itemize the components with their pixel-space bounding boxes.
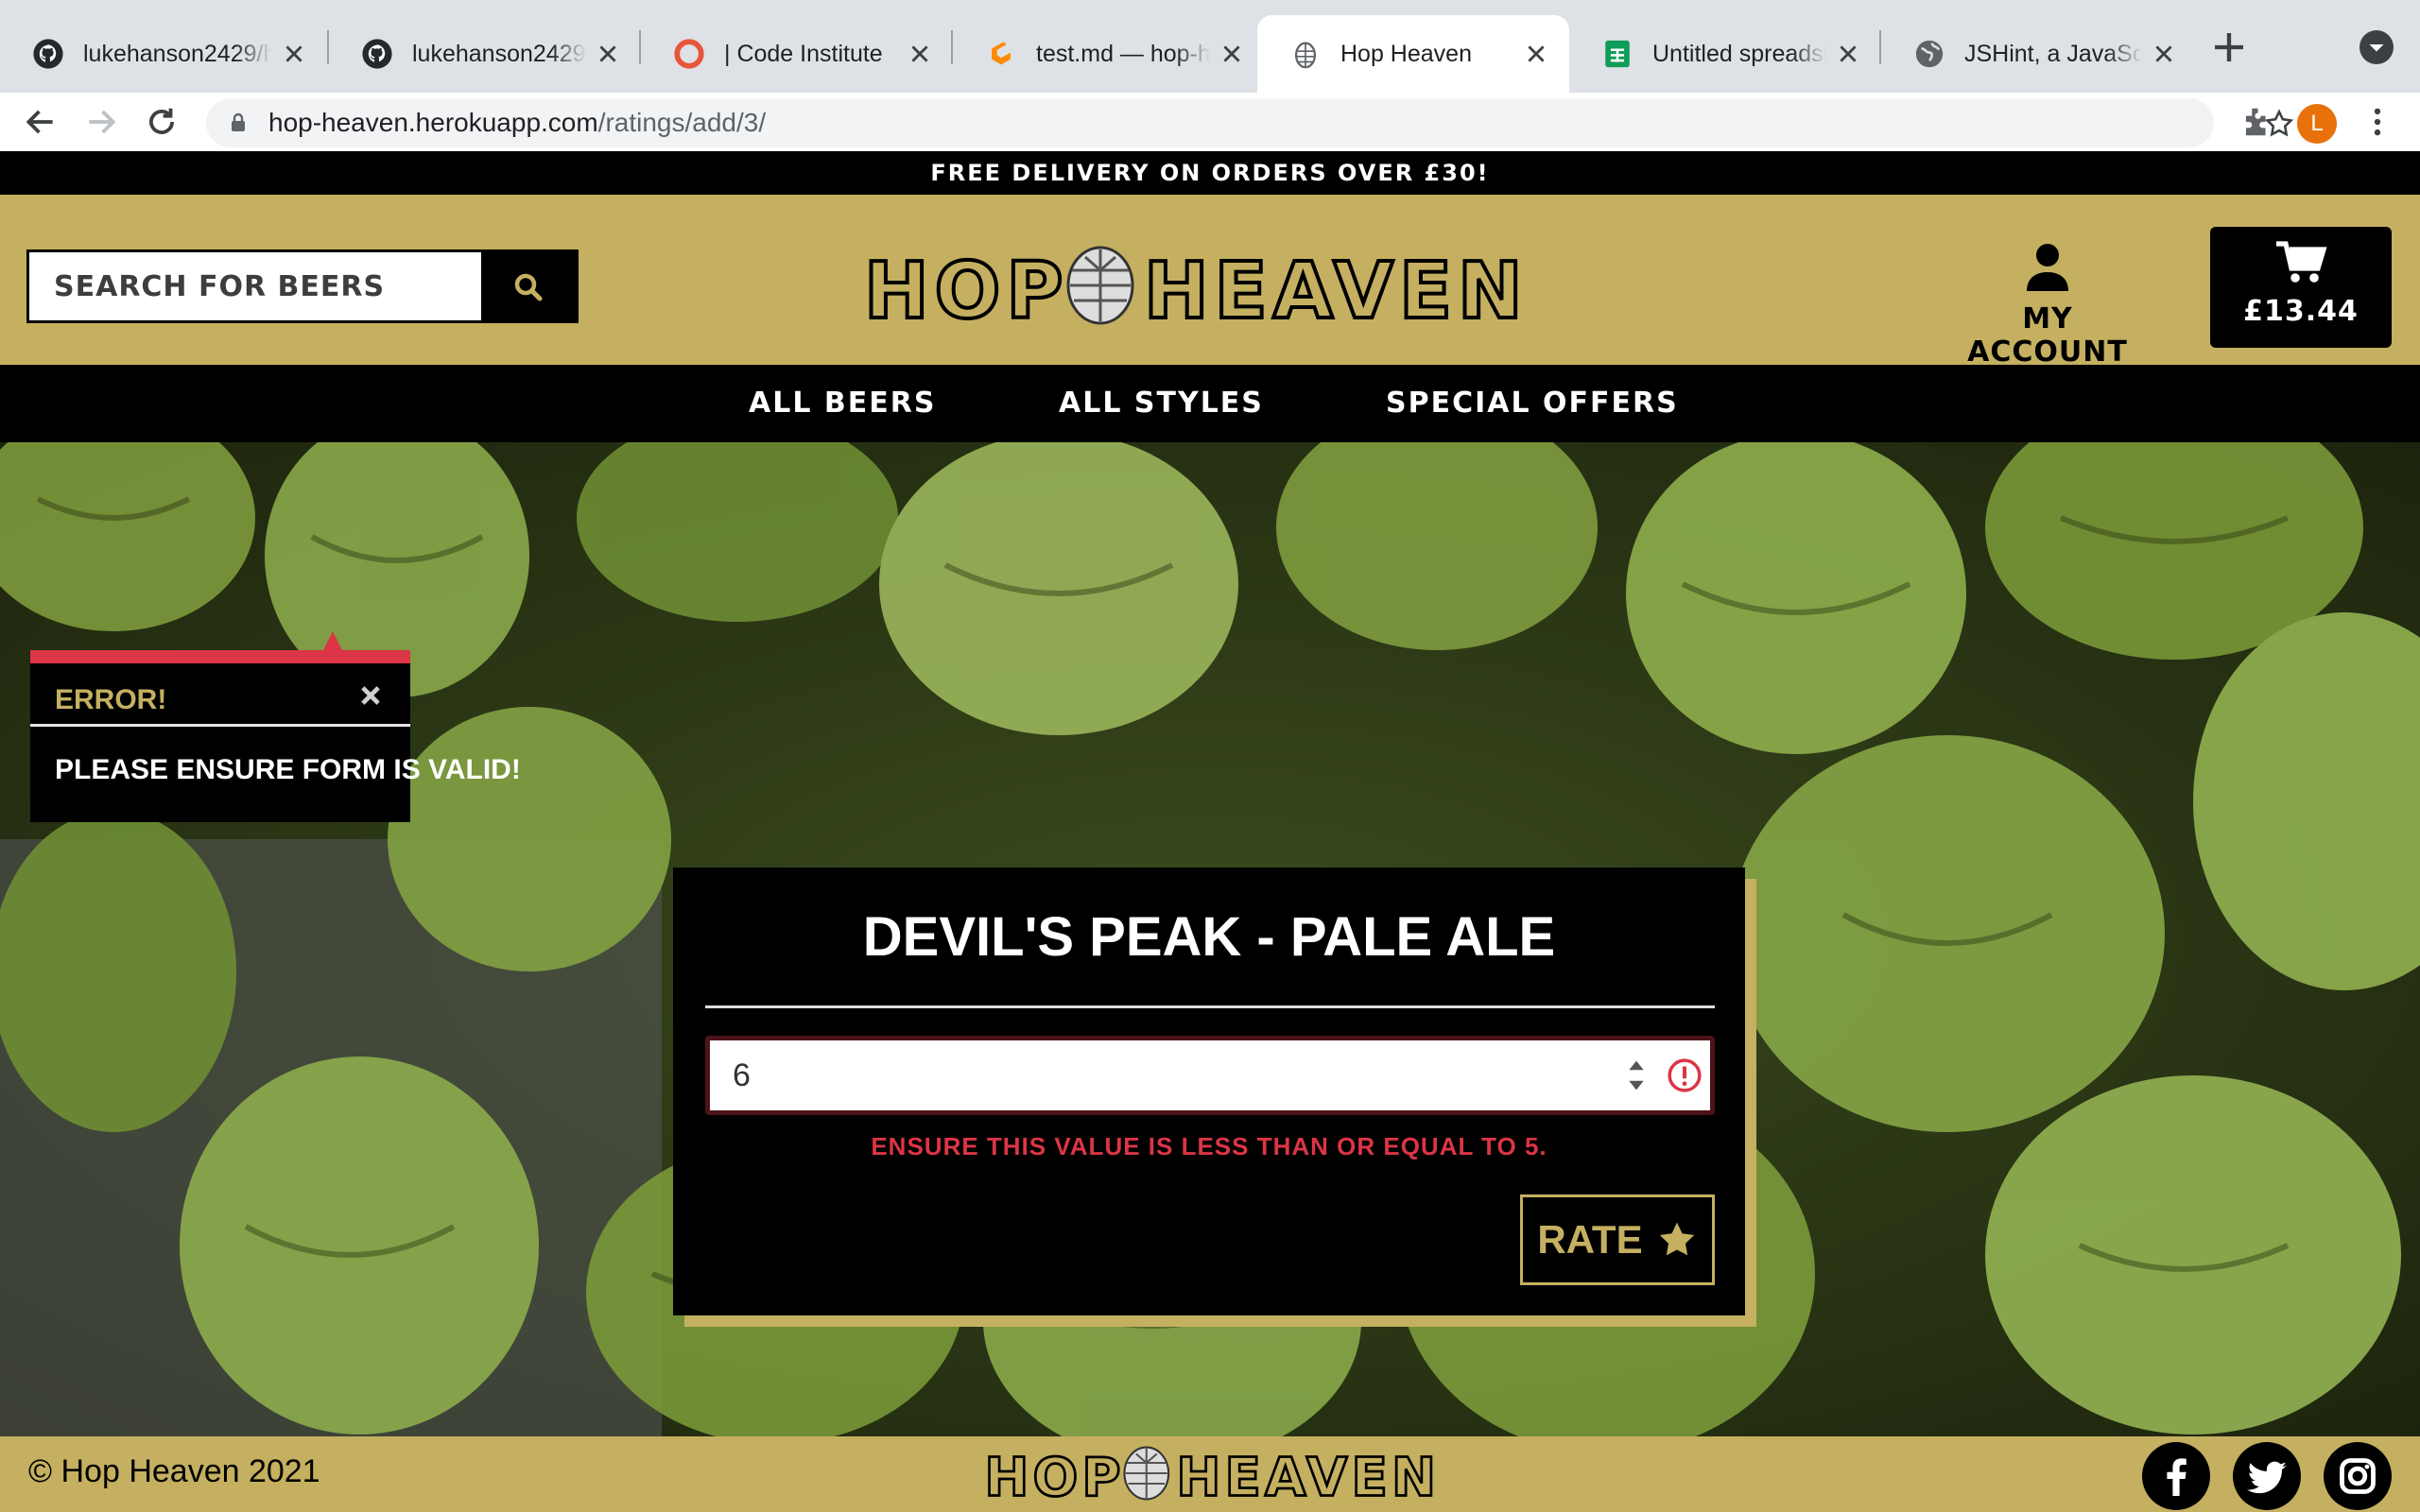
copyright-text: © Hop Heaven 2021 bbox=[28, 1453, 320, 1489]
search-input[interactable] bbox=[29, 252, 483, 320]
shopping-bag-link[interactable]: £13.44 bbox=[2210, 227, 2392, 348]
profile-avatar[interactable]: L bbox=[2297, 104, 2337, 144]
my-account-label: MY ACCOUNT bbox=[1967, 302, 2128, 369]
browser-tab[interactable]: | Code Institute bbox=[641, 15, 953, 93]
title-divider bbox=[705, 1005, 1715, 1008]
tab-title: test.md — hop-he bbox=[1036, 40, 1210, 67]
hop-cone-icon bbox=[1066, 246, 1134, 325]
instagram-icon bbox=[2340, 1458, 2376, 1494]
code-institute-icon bbox=[674, 39, 704, 69]
facebook-icon bbox=[2167, 1458, 2187, 1496]
extensions-icon[interactable] bbox=[2238, 104, 2274, 140]
hops-background-image: ERROR! PLEASE ENSURE FORM IS VALID! DEVI… bbox=[0, 442, 2420, 1436]
footer-logo[interactable]: HOP HEAVEN bbox=[983, 1440, 1437, 1506]
browser-tab[interactable]: test.md — hop-he bbox=[953, 15, 1265, 93]
close-icon[interactable] bbox=[1836, 42, 1860, 66]
tab-title: Hop Heaven bbox=[1340, 40, 1472, 67]
tab-title: | Code Institute bbox=[724, 40, 883, 67]
rating-form-card: DEVIL'S PEAK - PALE ALE ENSURE THIS VALU… bbox=[673, 868, 1745, 1315]
tab-title: JSHint, a JavaScr bbox=[1964, 40, 2142, 67]
browser-tab-active[interactable]: Hop Heaven bbox=[1257, 15, 1569, 93]
more-menu-icon[interactable] bbox=[2360, 104, 2395, 140]
new-tab-icon[interactable] bbox=[2210, 28, 2248, 66]
error-toast: ERROR! PLEASE ENSURE FORM IS VALID! bbox=[30, 650, 521, 822]
toast-pointer bbox=[323, 631, 342, 650]
close-icon[interactable] bbox=[596, 42, 620, 66]
beer-title: DEVIL'S PEAK - PALE ALE bbox=[862, 906, 1556, 968]
close-icon[interactable] bbox=[1219, 42, 1244, 66]
number-stepper[interactable] bbox=[1625, 1054, 1648, 1097]
close-icon[interactable] bbox=[908, 42, 932, 66]
rating-input[interactable] bbox=[710, 1040, 1599, 1110]
back-icon[interactable] bbox=[23, 104, 59, 140]
cart-icon bbox=[2276, 241, 2327, 283]
github-icon bbox=[33, 39, 63, 69]
site-header: HOP HEAVEN MY ACCOUNT £13.44 bbox=[0, 195, 2420, 369]
my-account-link[interactable]: MY ACCOUNT bbox=[1938, 242, 2157, 369]
rating-field bbox=[705, 1036, 1715, 1115]
url-text: hop-heaven.herokuapp.com/ratings/add/3/ bbox=[268, 108, 767, 137]
twitter-icon bbox=[2247, 1461, 2287, 1494]
gitpod-icon bbox=[992, 42, 1011, 65]
browser-tab[interactable]: lukehanson2429/h bbox=[329, 15, 641, 93]
close-icon[interactable] bbox=[2152, 42, 2176, 66]
sheets-icon bbox=[1605, 40, 1630, 68]
twitter-link[interactable] bbox=[2233, 1442, 2301, 1510]
nav-all-beers[interactable]: ALL BEERS bbox=[749, 365, 936, 442]
logo-text-right: HEAVEN bbox=[1176, 1447, 1437, 1506]
toast-title: ERROR! bbox=[55, 684, 167, 715]
tab-title: lukehanson2429/h bbox=[412, 40, 586, 67]
search-icon bbox=[514, 273, 543, 301]
nav-all-styles[interactable]: ALL STYLES bbox=[1059, 365, 1264, 442]
user-icon bbox=[2027, 244, 2068, 291]
hop-cone-icon bbox=[1123, 1446, 1170, 1501]
star-icon bbox=[1659, 1222, 1694, 1256]
alert-circle-icon bbox=[1668, 1058, 1702, 1092]
close-icon[interactable] bbox=[282, 42, 306, 66]
tab-title: lukehanson2429/h bbox=[83, 40, 272, 67]
chevron-down-icon bbox=[2369, 44, 2384, 52]
close-icon[interactable] bbox=[357, 682, 384, 709]
tab-search-button[interactable] bbox=[2360, 30, 2394, 64]
forward-icon[interactable] bbox=[83, 104, 119, 140]
nav-special-offers[interactable]: SPECIAL OFFERS bbox=[1386, 365, 1679, 442]
rating-error-message: ENSURE THIS VALUE IS LESS THAN OR EQUAL … bbox=[871, 1132, 1547, 1160]
hop-icon bbox=[1294, 42, 1317, 69]
logo-text-left: HOP bbox=[864, 247, 1068, 329]
main-nav: ALL BEERS ALL STYLES SPECIAL OFFERS bbox=[0, 365, 2420, 442]
globe-icon bbox=[1915, 40, 1944, 68]
delivery-banner: FREE DELIVERY ON ORDERS OVER £30! bbox=[0, 151, 2420, 195]
search-form bbox=[26, 249, 579, 323]
close-icon[interactable] bbox=[1524, 42, 1548, 66]
browser-tab-strip: lukehanson2429/h lukehanson2429/h | Code… bbox=[0, 0, 2420, 93]
lock-icon[interactable] bbox=[227, 112, 250, 134]
toast-divider bbox=[30, 724, 410, 727]
browser-tab[interactable]: lukehanson2429/h bbox=[0, 15, 327, 93]
browser-tab[interactable]: JSHint, a JavaScr bbox=[1881, 15, 2197, 93]
instagram-link[interactable] bbox=[2324, 1442, 2392, 1510]
browser-toolbar: hop-heaven.herokuapp.com/ratings/add/3/ … bbox=[0, 93, 2420, 151]
cart-total: £13.44 bbox=[2243, 295, 2359, 328]
github-icon bbox=[362, 39, 392, 69]
toast-message: PLEASE ENSURE FORM IS VALID! bbox=[55, 754, 521, 785]
address-bar[interactable]: hop-heaven.herokuapp.com/ratings/add/3/ bbox=[206, 98, 2294, 147]
site-logo[interactable]: HOP HEAVEN bbox=[862, 242, 1524, 329]
rate-button[interactable]: RATE bbox=[1520, 1194, 1715, 1285]
banner-text: FREE DELIVERY ON ORDERS OVER £30! bbox=[930, 160, 1490, 186]
logo-text-left: HOP bbox=[984, 1447, 1124, 1506]
browser-tab[interactable]: Untitled spreadsh bbox=[1569, 15, 1881, 93]
rate-button-label: RATE bbox=[1537, 1217, 1643, 1262]
page: FREE DELIVERY ON ORDERS OVER £30! HOP HE… bbox=[0, 151, 2420, 1512]
reload-icon[interactable] bbox=[144, 104, 180, 140]
logo-text-right: HEAVEN bbox=[1144, 247, 1524, 329]
search-button[interactable] bbox=[481, 252, 576, 320]
site-footer: © Hop Heaven 2021 HOP HEAVEN bbox=[0, 1436, 2420, 1512]
facebook-link[interactable] bbox=[2142, 1442, 2210, 1510]
tab-title: Untitled spreadsh bbox=[1652, 40, 1826, 67]
